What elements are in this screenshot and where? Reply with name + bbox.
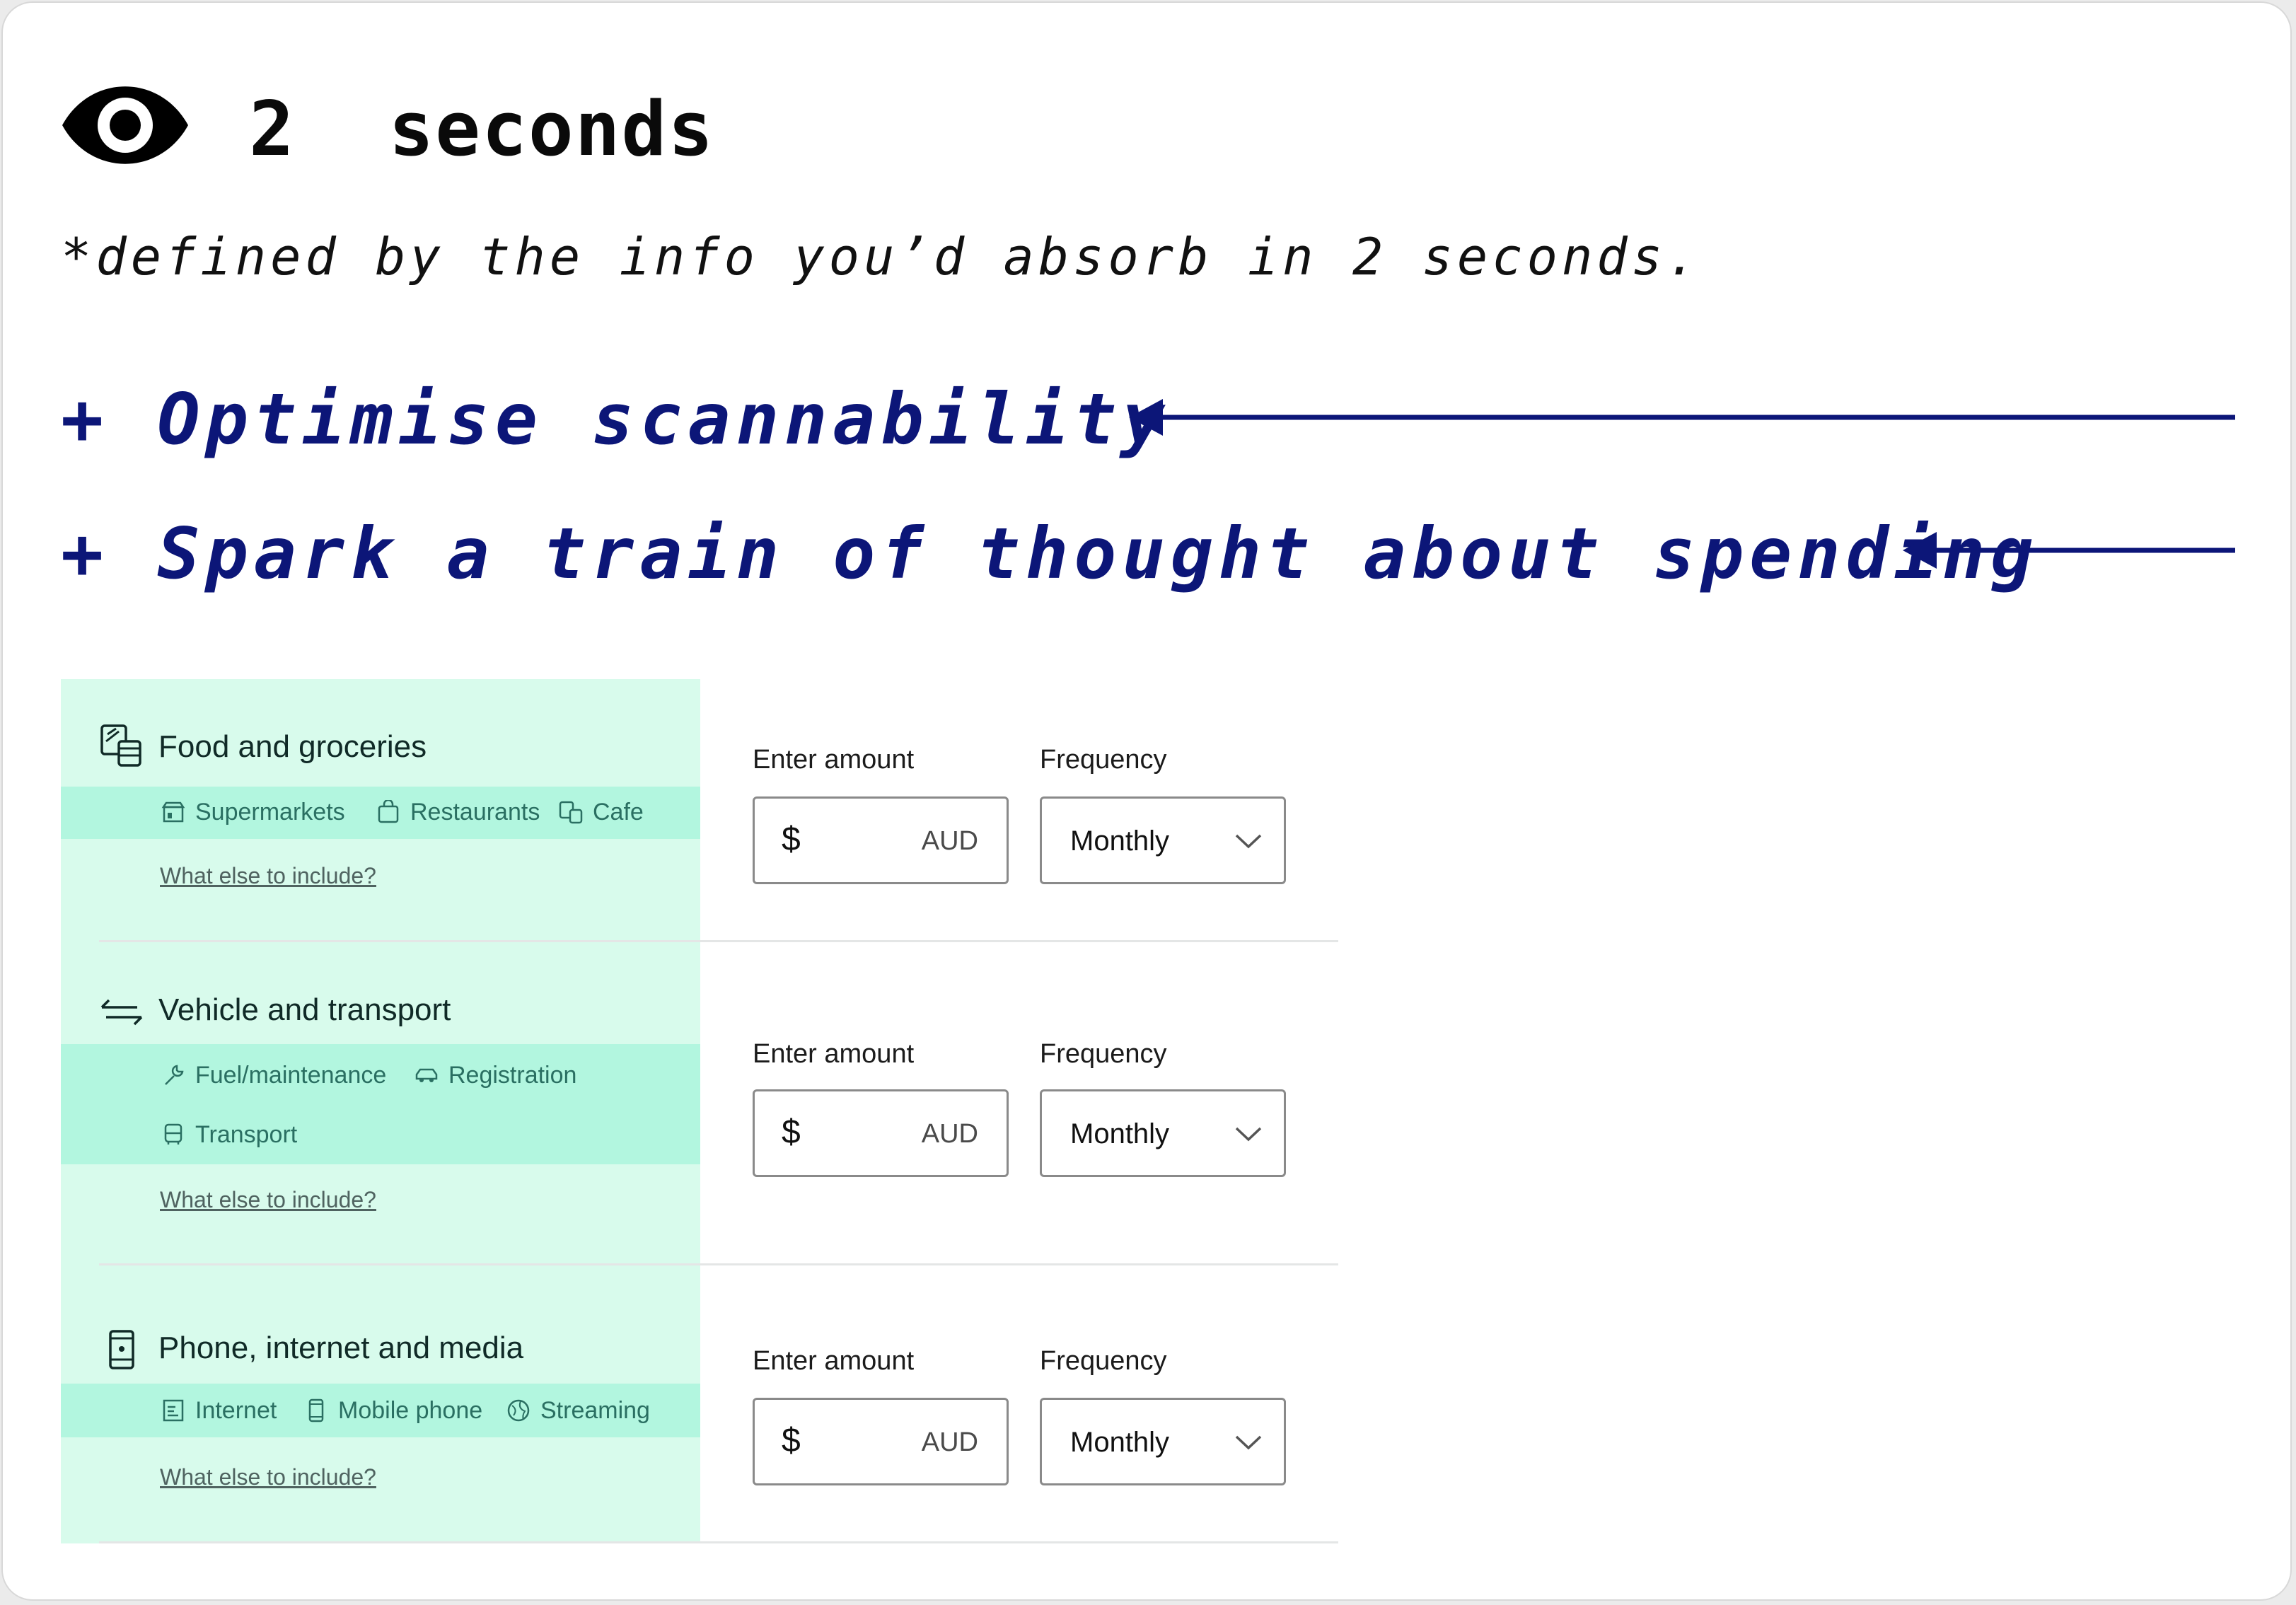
chevron-down-icon — [1235, 1435, 1262, 1450]
tag-label: Supermarkets — [195, 799, 345, 825]
globe-icon — [507, 1399, 530, 1422]
tag-transport[interactable]: Transport — [161, 1119, 297, 1150]
mobile-icon — [308, 1398, 324, 1423]
frequency-label: Frequency — [1040, 1039, 1167, 1069]
tag-label: Fuel/maintenance — [195, 1062, 387, 1089]
divider — [99, 940, 1338, 942]
tag-registration[interactable]: Registration — [414, 1060, 576, 1091]
bus-icon — [164, 1123, 182, 1145]
divider — [99, 1263, 1338, 1265]
food-icon — [100, 724, 141, 767]
store-icon — [161, 801, 185, 823]
frequency-value: Monthly — [1070, 825, 1170, 857]
frequency-select[interactable]: Monthly — [1040, 1089, 1286, 1177]
frequency-label: Frequency — [1040, 745, 1167, 775]
frequency-label: Frequency — [1040, 1346, 1167, 1376]
currency-symbol: $ — [782, 821, 801, 858]
eye-icon — [62, 86, 188, 164]
currency-unit: AUD — [921, 1119, 978, 1149]
tag-streaming[interactable]: Streaming — [506, 1395, 650, 1426]
what-else-link[interactable]: What else to include? — [160, 862, 376, 890]
frequency-select[interactable]: Monthly — [1040, 796, 1286, 884]
tag-label: Mobile phone — [338, 1397, 483, 1424]
category-title: Food and groceries — [158, 729, 427, 764]
tag-fuel-maintenance[interactable]: Fuel/maintenance — [161, 1060, 386, 1091]
bullet-scannability: + Optimise scannability — [61, 378, 1171, 460]
arrow-left-icon — [1129, 399, 2235, 436]
currency-symbol: $ — [782, 1113, 801, 1151]
category-title: Vehicle and transport — [158, 992, 451, 1027]
tag-supermarkets[interactable]: Supermarkets — [161, 796, 345, 828]
bullet-spark-thought: + Spark a train of thought about spendin… — [61, 512, 2039, 595]
tag-label: Restaurants — [410, 799, 540, 825]
cafe-icon — [559, 801, 583, 824]
tag-label: Internet — [195, 1397, 277, 1424]
tag-label: Transport — [195, 1121, 298, 1148]
what-else-link[interactable]: What else to include? — [160, 1186, 376, 1214]
tag-label: Cafe — [593, 799, 644, 825]
phone-icon — [109, 1330, 134, 1369]
arrow-left-icon — [1903, 532, 2235, 569]
frequency-select[interactable]: Monthly — [1040, 1398, 1286, 1485]
tag-label: Registration — [448, 1062, 577, 1089]
frequency-value: Monthly — [1070, 1427, 1170, 1458]
page-subtitle: *defined by the info you’d absorb in 2 s… — [61, 227, 1702, 286]
currency-unit: AUD — [921, 1427, 978, 1457]
tag-mobile-phone[interactable]: Mobile phone — [304, 1395, 482, 1426]
amount-input[interactable]: $ AUD — [753, 796, 1009, 884]
document-icon — [163, 1399, 184, 1422]
tag-label: Streaming — [540, 1397, 650, 1424]
currency-unit: AUD — [921, 826, 978, 856]
tag-restaurants[interactable]: Restaurants — [376, 796, 540, 828]
swap-arrows-icon — [100, 999, 143, 1026]
tag-internet[interactable]: Internet — [161, 1395, 277, 1426]
frequency-value: Monthly — [1070, 1118, 1170, 1149]
wrench-icon — [165, 1065, 184, 1085]
car-icon — [415, 1068, 438, 1082]
chevron-down-icon — [1235, 834, 1262, 849]
category-title: Phone, internet and media — [158, 1331, 524, 1365]
page-title: 2 seconds — [249, 86, 715, 173]
amount-input[interactable]: $ AUD — [753, 1089, 1009, 1177]
divider — [99, 1541, 1338, 1543]
currency-symbol: $ — [782, 1422, 801, 1459]
what-else-link[interactable]: What else to include? — [160, 1463, 376, 1491]
amount-input[interactable]: $ AUD — [753, 1398, 1009, 1485]
amount-label: Enter amount — [753, 1346, 915, 1376]
chevron-down-icon — [1235, 1127, 1262, 1142]
bag-icon — [378, 800, 399, 823]
amount-label: Enter amount — [753, 745, 915, 775]
amount-label: Enter amount — [753, 1039, 915, 1069]
tag-cafe[interactable]: Cafe — [559, 796, 644, 828]
